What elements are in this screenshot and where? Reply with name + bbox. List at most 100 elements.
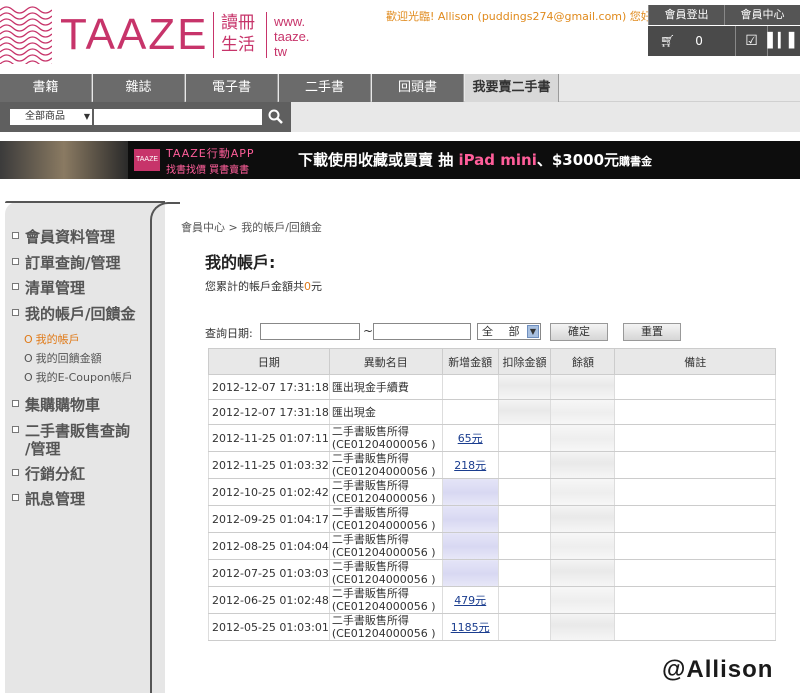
banner-text: 、$3000元 bbox=[536, 151, 620, 169]
member-center-button[interactable]: 會員中心 bbox=[724, 5, 800, 25]
cell-add bbox=[441, 399, 499, 425]
category-select[interactable]: 全部商品 ▼ bbox=[10, 109, 92, 125]
banner-headline: 下載使用收藏或買賣 抽 iPad mini、$3000元購書金 bbox=[298, 149, 652, 170]
logo-divider bbox=[213, 12, 214, 58]
cell-add-redacted bbox=[441, 559, 499, 587]
sidebar-item-profile[interactable]: 會員資料管理 bbox=[12, 226, 115, 247]
cell-desc: 二手書販售所得(CE01204000056 ) bbox=[328, 559, 443, 587]
banner-app-subtitle: 找書找價 買書賣書 bbox=[166, 165, 250, 176]
table-row: 2012-06-25 01:02:48 二手書販售所得(CE0120400005… bbox=[208, 586, 776, 614]
cell-add-redacted bbox=[441, 532, 499, 560]
cell-note bbox=[614, 532, 776, 560]
nav-item-books[interactable]: 書籍 bbox=[0, 74, 92, 102]
column-header-desc: 異動名目 bbox=[328, 348, 443, 375]
cell-date: 2012-11-25 01:07:11 bbox=[208, 424, 330, 452]
sidebar-item-messages[interactable]: 訊息管理 bbox=[12, 488, 85, 509]
cell-note bbox=[614, 451, 776, 479]
amount-link[interactable]: 218元 bbox=[454, 459, 486, 472]
cell-date: 2012-12-07 17:31:18 bbox=[208, 374, 330, 400]
sidebar-item-group-cart[interactable]: 集購購物車 bbox=[12, 394, 100, 415]
sidebar-subitem-rewards[interactable]: O 我的回饋金額 bbox=[24, 350, 102, 366]
cell-note bbox=[614, 586, 776, 614]
cell-date: 2012-05-25 01:03:01 bbox=[208, 613, 330, 641]
cell-add: 218元 bbox=[441, 451, 499, 479]
logo-url-line: www. bbox=[274, 14, 306, 29]
cell-desc: 二手書販售所得(CE01204000056 ) bbox=[328, 532, 443, 560]
bullet-icon bbox=[12, 426, 19, 433]
cell-desc: 二手書販售所得(CE01204000056 ) bbox=[328, 586, 443, 614]
cell-note bbox=[614, 424, 776, 452]
sidebar-item-lists[interactable]: 清單管理 bbox=[12, 277, 85, 298]
cell-deduct bbox=[497, 505, 552, 533]
search-icon[interactable] bbox=[268, 109, 284, 125]
table-row: 2012-08-25 01:04:04 二手書販售所得(CE0120400005… bbox=[208, 532, 776, 560]
cell-desc: 匯出現金手續費 bbox=[328, 374, 443, 400]
cell-add-redacted bbox=[441, 505, 499, 533]
sidebar-subitem-my-account[interactable]: O 我的帳戶 bbox=[24, 331, 80, 347]
sidebar-item-affiliate[interactable]: 行銷分紅 bbox=[12, 463, 85, 484]
sidebar-divider bbox=[150, 202, 180, 693]
date-from-input[interactable] bbox=[260, 323, 360, 340]
barcode-button[interactable]: ▌▎▌ bbox=[767, 26, 800, 56]
nav-item-magazines[interactable]: 雜誌 bbox=[93, 74, 185, 102]
logo-url: www. taaze. tw bbox=[274, 14, 309, 59]
barcode-icon: ▌▎▌ bbox=[767, 33, 800, 49]
cell-balance-redacted bbox=[550, 478, 616, 506]
confirm-button[interactable]: 確定 bbox=[550, 323, 608, 341]
bullet-icon bbox=[12, 400, 19, 407]
sidebar-item-orders[interactable]: 訂單查詢/管理 bbox=[12, 252, 120, 273]
banner-text: 下載使用收藏或買賣 抽 bbox=[298, 151, 459, 169]
bullet-icon bbox=[12, 283, 19, 290]
sidebar-subitem-ecoupon[interactable]: O 我的E-Coupon帳戶 bbox=[24, 369, 133, 385]
cell-desc: 二手書販售所得(CE01204000056 ) bbox=[328, 478, 443, 506]
logo-pattern-icon bbox=[0, 6, 52, 64]
nav-item-ebooks[interactable]: 電子書 bbox=[186, 74, 278, 102]
bullet-icon bbox=[12, 494, 19, 501]
logout-button[interactable]: 會員登出 bbox=[648, 5, 724, 25]
column-header-add: 新增金額 bbox=[441, 348, 499, 375]
cell-balance-redacted bbox=[550, 559, 616, 587]
sidebar-item-label: 行銷分紅 bbox=[25, 465, 86, 483]
cell-add bbox=[441, 374, 499, 400]
cell-deduct bbox=[497, 559, 552, 587]
site-logo[interactable]: TAAZE 讀冊生活 www. taaze. tw bbox=[0, 0, 320, 70]
search-input[interactable] bbox=[94, 109, 262, 125]
nav-item-used-books[interactable]: 二手書 bbox=[279, 74, 371, 102]
cell-deduct-redacted bbox=[497, 399, 552, 425]
reset-button[interactable]: 重置 bbox=[623, 323, 681, 341]
sidebar-item-label: 訂單查詢/管理 bbox=[25, 254, 121, 272]
promo-banner[interactable]: TAAZE TAAZE行動APP 找書找價 買書賣書 下載使用收藏或買賣 抽 i… bbox=[0, 141, 800, 179]
cell-note bbox=[614, 374, 776, 400]
cell-balance-redacted bbox=[550, 532, 616, 560]
cell-balance-redacted bbox=[550, 424, 616, 452]
cell-date: 2012-09-25 01:04:17 bbox=[208, 505, 330, 533]
bullet-icon bbox=[12, 258, 19, 265]
logo-cn-text: 讀冊生活 bbox=[221, 13, 255, 55]
bullet-icon bbox=[12, 469, 19, 476]
nav-item-sell-used-books[interactable]: 我要賣二手書 bbox=[465, 74, 559, 102]
cell-date: 2012-12-07 17:31:18 bbox=[208, 399, 330, 425]
cell-note bbox=[614, 478, 776, 506]
cell-add-redacted bbox=[441, 478, 499, 506]
banner-suffix: 購書金 bbox=[619, 155, 653, 168]
nav-item-returned-books[interactable]: 回頭書 bbox=[372, 74, 464, 102]
amount-link[interactable]: 479元 bbox=[454, 594, 486, 607]
sidebar-item-account[interactable]: 我的帳戶/回饋金 bbox=[12, 303, 135, 324]
sidebar-item-used-sales-cont[interactable]: /管理 bbox=[25, 438, 60, 459]
cell-balance-redacted bbox=[550, 451, 616, 479]
date-to-input[interactable] bbox=[373, 323, 471, 340]
table-row: 2012-11-25 01:03:32 二手書販售所得(CE0120400005… bbox=[208, 451, 776, 479]
amount-link[interactable]: 65元 bbox=[458, 432, 483, 445]
cell-desc: 二手書販售所得(CE01204000056 ) bbox=[328, 613, 443, 641]
type-select[interactable]: 全 部 ▼ bbox=[477, 323, 541, 340]
welcome-message: 歡迎光臨! Allison (puddings274@gmail.com) 您好… bbox=[386, 10, 657, 23]
cell-add: 1185元 bbox=[441, 613, 499, 641]
amount-link[interactable]: 1185元 bbox=[451, 621, 490, 634]
cart-button[interactable]: 🛒︎ 0 bbox=[648, 26, 735, 56]
cell-note bbox=[614, 505, 776, 533]
checklist-button[interactable]: ☑ bbox=[735, 26, 767, 56]
cart-bar: 🛒︎ 0 ☑ ▌▎▌ bbox=[648, 26, 800, 56]
cell-date: 2012-11-25 01:03:32 bbox=[208, 451, 330, 479]
cart-count: 0 bbox=[695, 34, 703, 48]
sidebar-item-label: 訊息管理 bbox=[25, 490, 86, 508]
